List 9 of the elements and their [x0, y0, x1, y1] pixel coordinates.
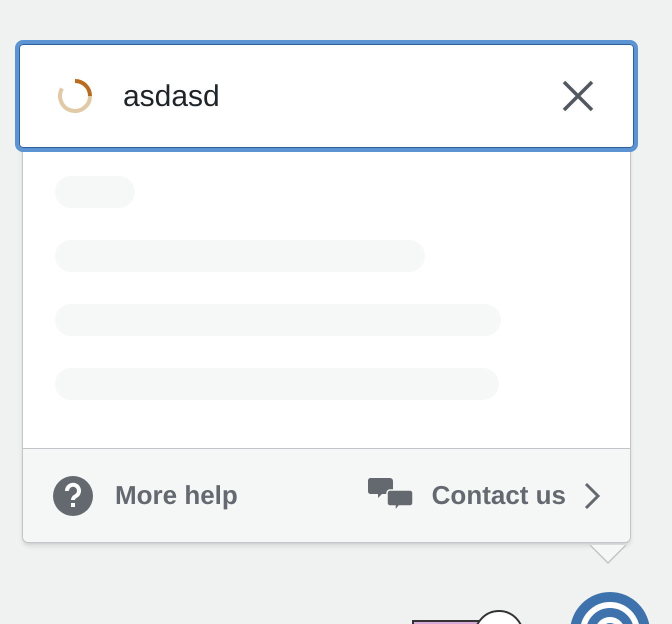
- chevron-right-icon: [584, 482, 600, 510]
- help-beacon-icon[interactable]: [570, 592, 650, 624]
- search-field[interactable]: asdasd: [15, 40, 638, 152]
- popover-pointer-icon: [590, 545, 626, 565]
- question-icon: [53, 476, 93, 516]
- contact-us-link[interactable]: Contact us: [368, 476, 600, 515]
- search-input[interactable]: asdasd: [123, 74, 530, 118]
- close-icon: [561, 79, 595, 113]
- more-help-link[interactable]: More help: [53, 476, 238, 516]
